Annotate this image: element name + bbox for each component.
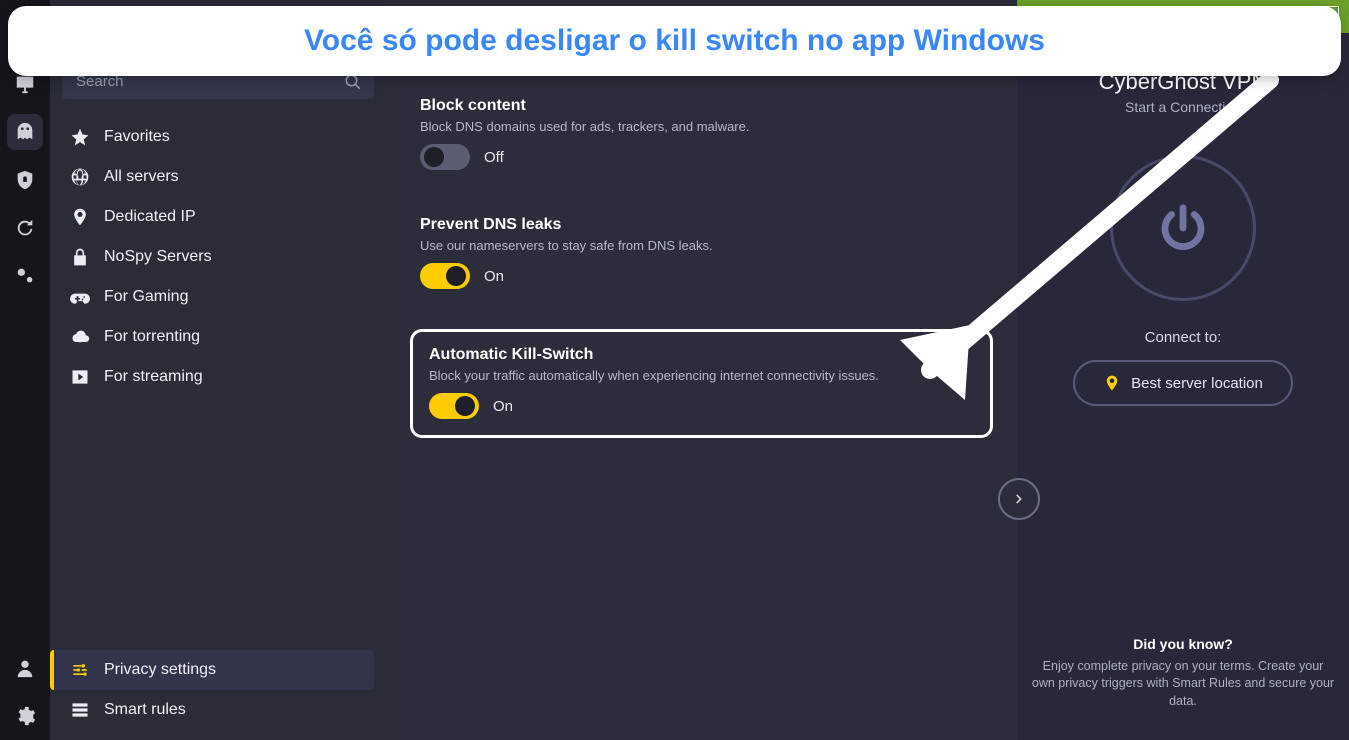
right-subtitle: Start a Connection	[1017, 99, 1349, 115]
toggle-state: On	[484, 268, 504, 285]
sliders-icon	[70, 660, 90, 680]
best-location-label: Best server location	[1131, 375, 1263, 392]
tip-box: Did you know? Enjoy complete privacy on …	[1017, 614, 1349, 740]
nav-torrenting[interactable]: For torrenting	[62, 317, 374, 357]
toggle-block-content[interactable]	[420, 144, 470, 170]
connect-to-label: Connect to:	[1017, 329, 1349, 346]
nav-label: Dedicated IP	[104, 208, 196, 226]
nav-smart-rules[interactable]: Smart rules	[62, 690, 374, 730]
rail-refresh[interactable]	[7, 210, 43, 246]
star-icon	[70, 127, 90, 147]
rail-ghost[interactable]	[7, 114, 43, 150]
tip-title: Did you know?	[1031, 636, 1335, 652]
nav-label: For torrenting	[104, 328, 200, 346]
app-root: Você só pode desligar o kill switch no a…	[0, 0, 1349, 740]
rail-account[interactable]	[7, 650, 43, 686]
nav-label: Privacy settings	[104, 661, 216, 679]
tip-body: Enjoy complete privacy on your terms. Cr…	[1031, 658, 1335, 711]
lock-icon	[70, 247, 90, 267]
nav-nospy[interactable]: NoSpy Servers	[62, 237, 374, 277]
expand-panel-button[interactable]	[998, 478, 1040, 520]
network-icon	[14, 265, 36, 287]
section-block-content: Block content Block DNS domains used for…	[410, 91, 993, 182]
nav-label: NoSpy Servers	[104, 248, 212, 266]
nav-gaming[interactable]: For Gaming	[62, 277, 374, 317]
power-button[interactable]	[1110, 155, 1256, 301]
annotation-caption: Você só pode desligar o kill switch no a…	[8, 6, 1341, 76]
monitor-icon	[14, 73, 36, 95]
best-location-button[interactable]: Best server location	[1073, 360, 1293, 406]
nav-label: Favorites	[104, 128, 170, 146]
rail-shield[interactable]	[7, 162, 43, 198]
location-target-icon	[1103, 374, 1121, 392]
refresh-icon	[14, 217, 36, 239]
connection-panel: Activate your dedicated IP now! Activate…	[1017, 0, 1349, 740]
sidebar: CyberGhost VPN Favorites All servers Ded…	[50, 0, 386, 740]
toggle-dns-leaks[interactable]	[420, 263, 470, 289]
nav-label: For streaming	[104, 368, 203, 386]
nav-label: For Gaming	[104, 288, 188, 306]
chevron-right-icon	[1012, 492, 1026, 506]
rail-settings[interactable]	[7, 698, 43, 734]
user-icon	[14, 657, 36, 679]
toggle-state: On	[493, 398, 513, 415]
toggle-state: Off	[484, 149, 504, 166]
cloud-download-icon	[70, 327, 90, 347]
section-title: Block content	[420, 97, 983, 115]
section-desc: Block your traffic automatically when ex…	[429, 368, 974, 383]
gamepad-icon	[70, 287, 90, 307]
pin-icon	[70, 207, 90, 227]
nav-dedicated-ip[interactable]: Dedicated IP	[62, 197, 374, 237]
section-kill-switch: Automatic Kill-Switch Block your traffic…	[410, 329, 993, 438]
play-box-icon	[70, 367, 90, 387]
main-panel: Privacy settings Change your privacy set…	[386, 0, 1017, 740]
section-dns-leaks: Prevent DNS leaks Use our nameservers to…	[410, 210, 993, 301]
nav-privacy-settings[interactable]: Privacy settings	[50, 650, 374, 690]
gear-icon	[14, 705, 36, 727]
section-title: Prevent DNS leaks	[420, 216, 983, 234]
globe-icon	[70, 167, 90, 187]
nav-list: Favorites All servers Dedicated IP NoSpy…	[62, 117, 374, 397]
shield-icon	[14, 169, 36, 191]
icon-rail	[0, 0, 50, 740]
bottom-nav: Privacy settings Smart rules	[62, 650, 374, 730]
section-desc: Block DNS domains used for ads, trackers…	[420, 119, 983, 134]
power-icon	[1156, 201, 1210, 255]
nav-favorites[interactable]: Favorites	[62, 117, 374, 157]
ghost-icon	[14, 121, 36, 143]
nav-label: Smart rules	[104, 701, 186, 719]
toggle-kill-switch[interactable]	[429, 393, 479, 419]
nav-all-servers[interactable]: All servers	[62, 157, 374, 197]
nav-label: All servers	[104, 168, 179, 186]
section-desc: Use our nameservers to stay safe from DN…	[420, 238, 983, 253]
rail-network[interactable]	[7, 258, 43, 294]
nav-streaming[interactable]: For streaming	[62, 357, 374, 397]
list-icon	[70, 700, 90, 720]
section-title: Automatic Kill-Switch	[429, 346, 974, 364]
